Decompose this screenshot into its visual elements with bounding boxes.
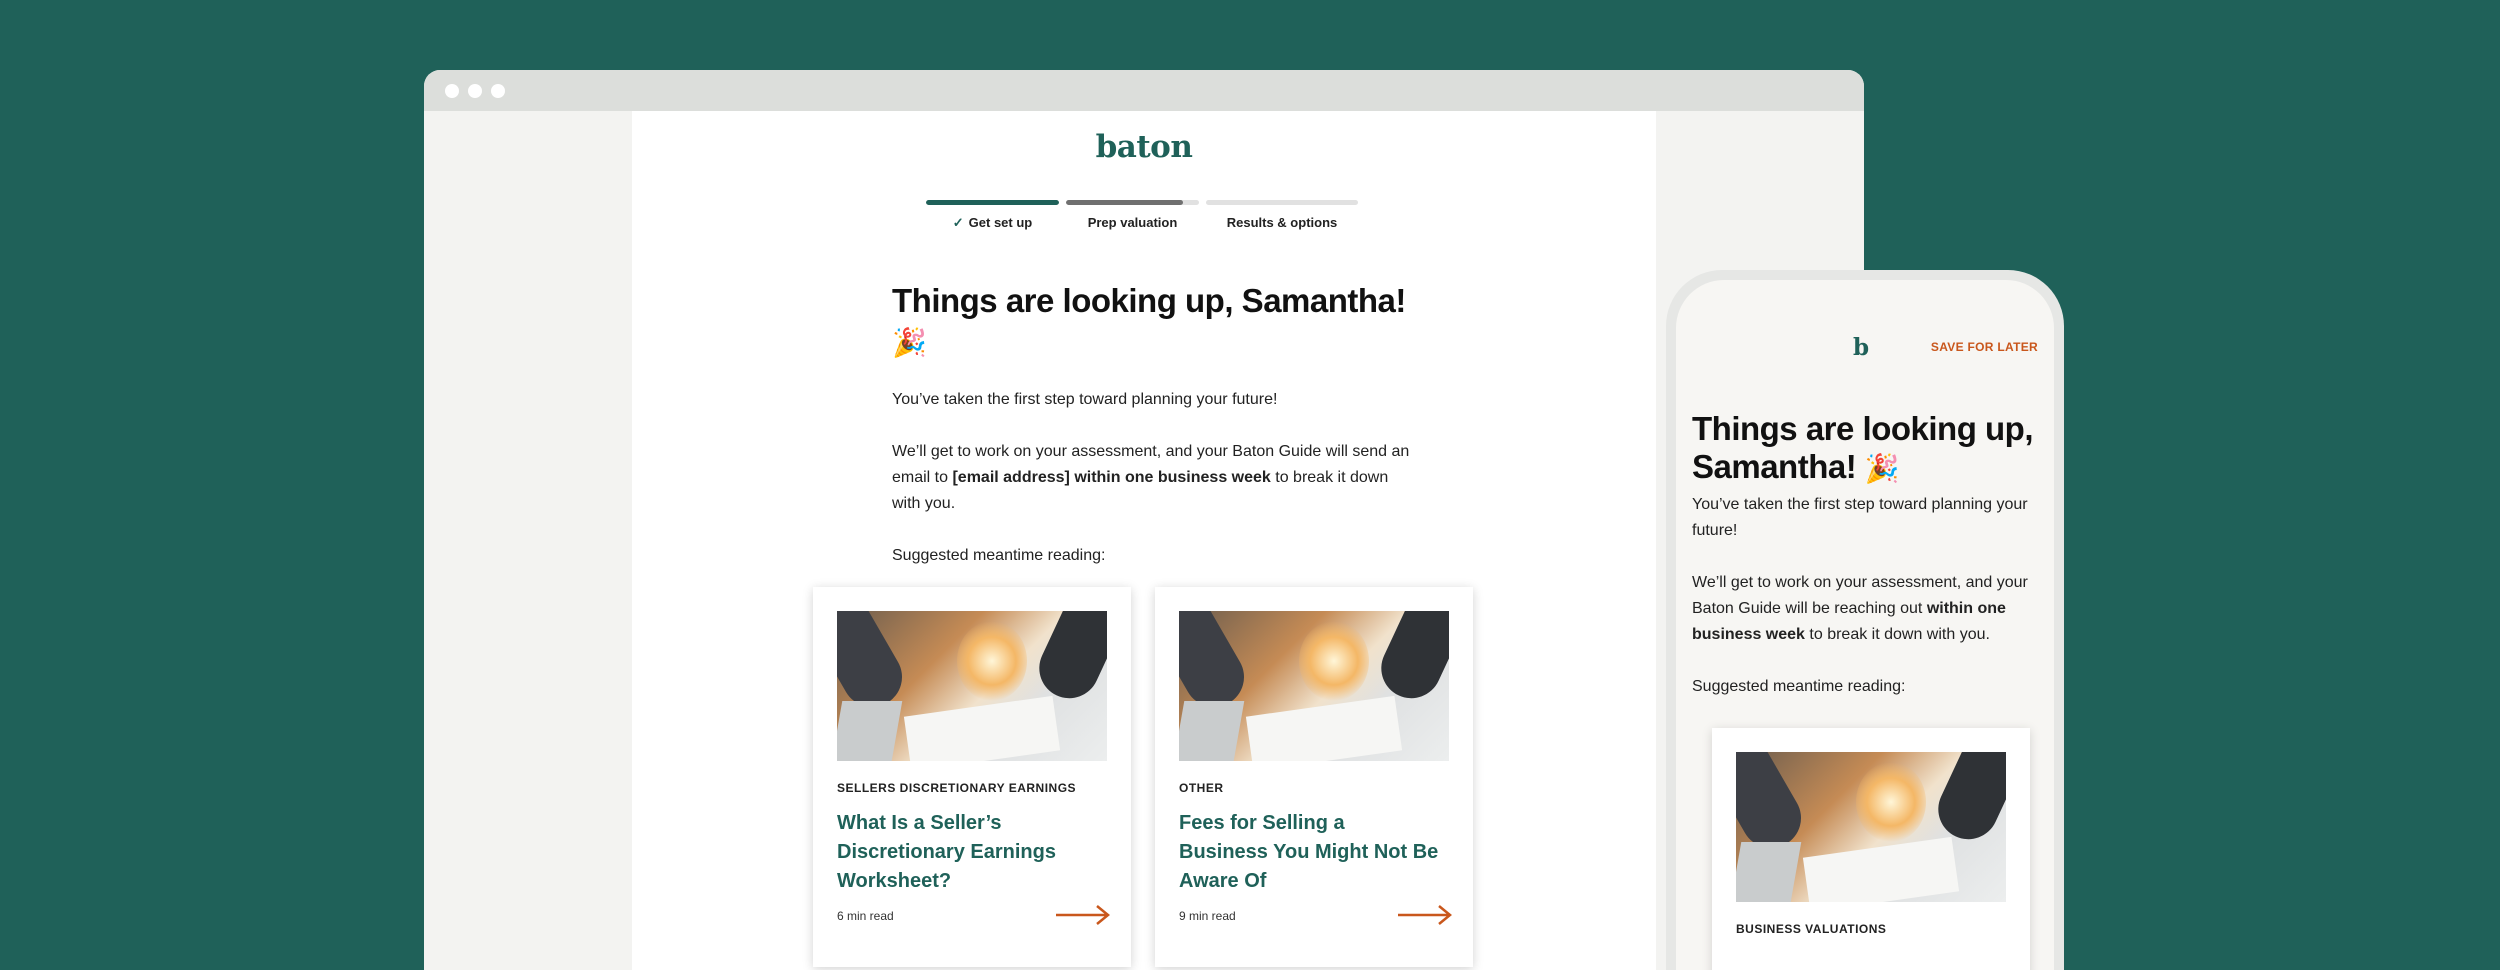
mobile-next-steps-text: We’ll get to work on your assessment, an… bbox=[1692, 574, 2028, 643]
main-content: Things are looking up, Samantha! 🎉 You’v… bbox=[892, 281, 1412, 595]
checkmark-icon: ✓ bbox=[952, 215, 964, 230]
mobile-reading-label: Suggested meantime reading: bbox=[1692, 678, 1906, 695]
article-card[interactable]: OTHER Fees for Selling a Business You Mi… bbox=[1155, 587, 1473, 967]
step-progress-bar bbox=[1066, 200, 1199, 205]
article-category: SELLERS DISCRETIONARY EARNINGS bbox=[837, 781, 1077, 795]
party-popper-icon: 🎉 bbox=[1864, 453, 1900, 484]
article-image bbox=[1179, 611, 1449, 761]
article-title[interactable]: What Is a Seller’s Discretionary Earning… bbox=[837, 809, 1097, 896]
step-results-options[interactable]: Results & options bbox=[1206, 200, 1358, 230]
window-minimize-dot[interactable] bbox=[468, 84, 482, 98]
article-title[interactable]: Fees for Selling a Business You Might No… bbox=[1179, 809, 1439, 896]
step-progress-bar bbox=[926, 200, 1059, 205]
arrow-right-icon[interactable] bbox=[1056, 905, 1110, 925]
article-category: OTHER bbox=[1179, 781, 1224, 795]
baton-logo-mark[interactable]: b bbox=[1853, 334, 1869, 361]
mobile-intro-text: You’ve taken the first step toward plann… bbox=[1692, 496, 2028, 539]
intro-text: You’ve taken the first step toward plann… bbox=[892, 391, 1278, 408]
article-cards: SELLERS DISCRETIONARY EARNINGS What Is a… bbox=[813, 587, 1493, 967]
email-placeholder: [email address] bbox=[952, 469, 1070, 486]
party-popper-icon: 🎉 bbox=[892, 327, 927, 358]
step-progress-bar bbox=[1206, 200, 1358, 205]
step-get-set-up[interactable]: ✓ Get set up bbox=[926, 200, 1059, 231]
step-prep-valuation[interactable]: Prep valuation bbox=[1066, 200, 1199, 230]
mobile-page: b SAVE FOR LATER Things are looking up, … bbox=[1676, 280, 2054, 970]
reading-label: Suggested meantime reading: bbox=[892, 547, 1106, 564]
article-category: BUSINESS VALUATIONS bbox=[1736, 922, 1887, 936]
mobile-page-title: Things are looking up, Samantha! 🎉 bbox=[1692, 410, 2034, 485]
step-label: Prep valuation bbox=[1087, 215, 1178, 230]
mobile-phone-frame: b SAVE FOR LATER Things are looking up, … bbox=[1666, 270, 2064, 970]
page-title: Things are looking up, Samantha! 🎉 bbox=[892, 282, 1406, 358]
article-image bbox=[837, 611, 1107, 761]
window-close-dot[interactable] bbox=[445, 84, 459, 98]
article-image bbox=[1736, 752, 2006, 902]
read-time: 9 min read bbox=[1179, 909, 1236, 923]
baton-logo[interactable]: baton bbox=[632, 129, 1656, 165]
read-time: 6 min read bbox=[837, 909, 894, 923]
save-for-later-button[interactable]: SAVE FOR LATER bbox=[1931, 340, 2038, 354]
mobile-article-card[interactable]: BUSINESS VALUATIONS bbox=[1712, 728, 2030, 970]
desktop-browser-window: baton ✓ Get set up Prep valuation Results… bbox=[424, 70, 1864, 970]
mobile-main-content: Things are looking up, Samantha! 🎉 You’v… bbox=[1692, 410, 2042, 726]
next-steps-text: We’ll get to work on your assessment, an… bbox=[892, 443, 1410, 512]
article-card[interactable]: SELLERS DISCRETIONARY EARNINGS What Is a… bbox=[813, 587, 1131, 967]
step-label: Get set up bbox=[968, 215, 1033, 230]
step-label: Results & options bbox=[1226, 215, 1338, 230]
window-maximize-dot[interactable] bbox=[491, 84, 505, 98]
desktop-page: baton ✓ Get set up Prep valuation Results… bbox=[632, 111, 1656, 970]
browser-title-bar bbox=[424, 70, 1864, 111]
timeline-emphasis: within one business week bbox=[1074, 469, 1271, 486]
arrow-right-icon[interactable] bbox=[1398, 905, 1452, 925]
